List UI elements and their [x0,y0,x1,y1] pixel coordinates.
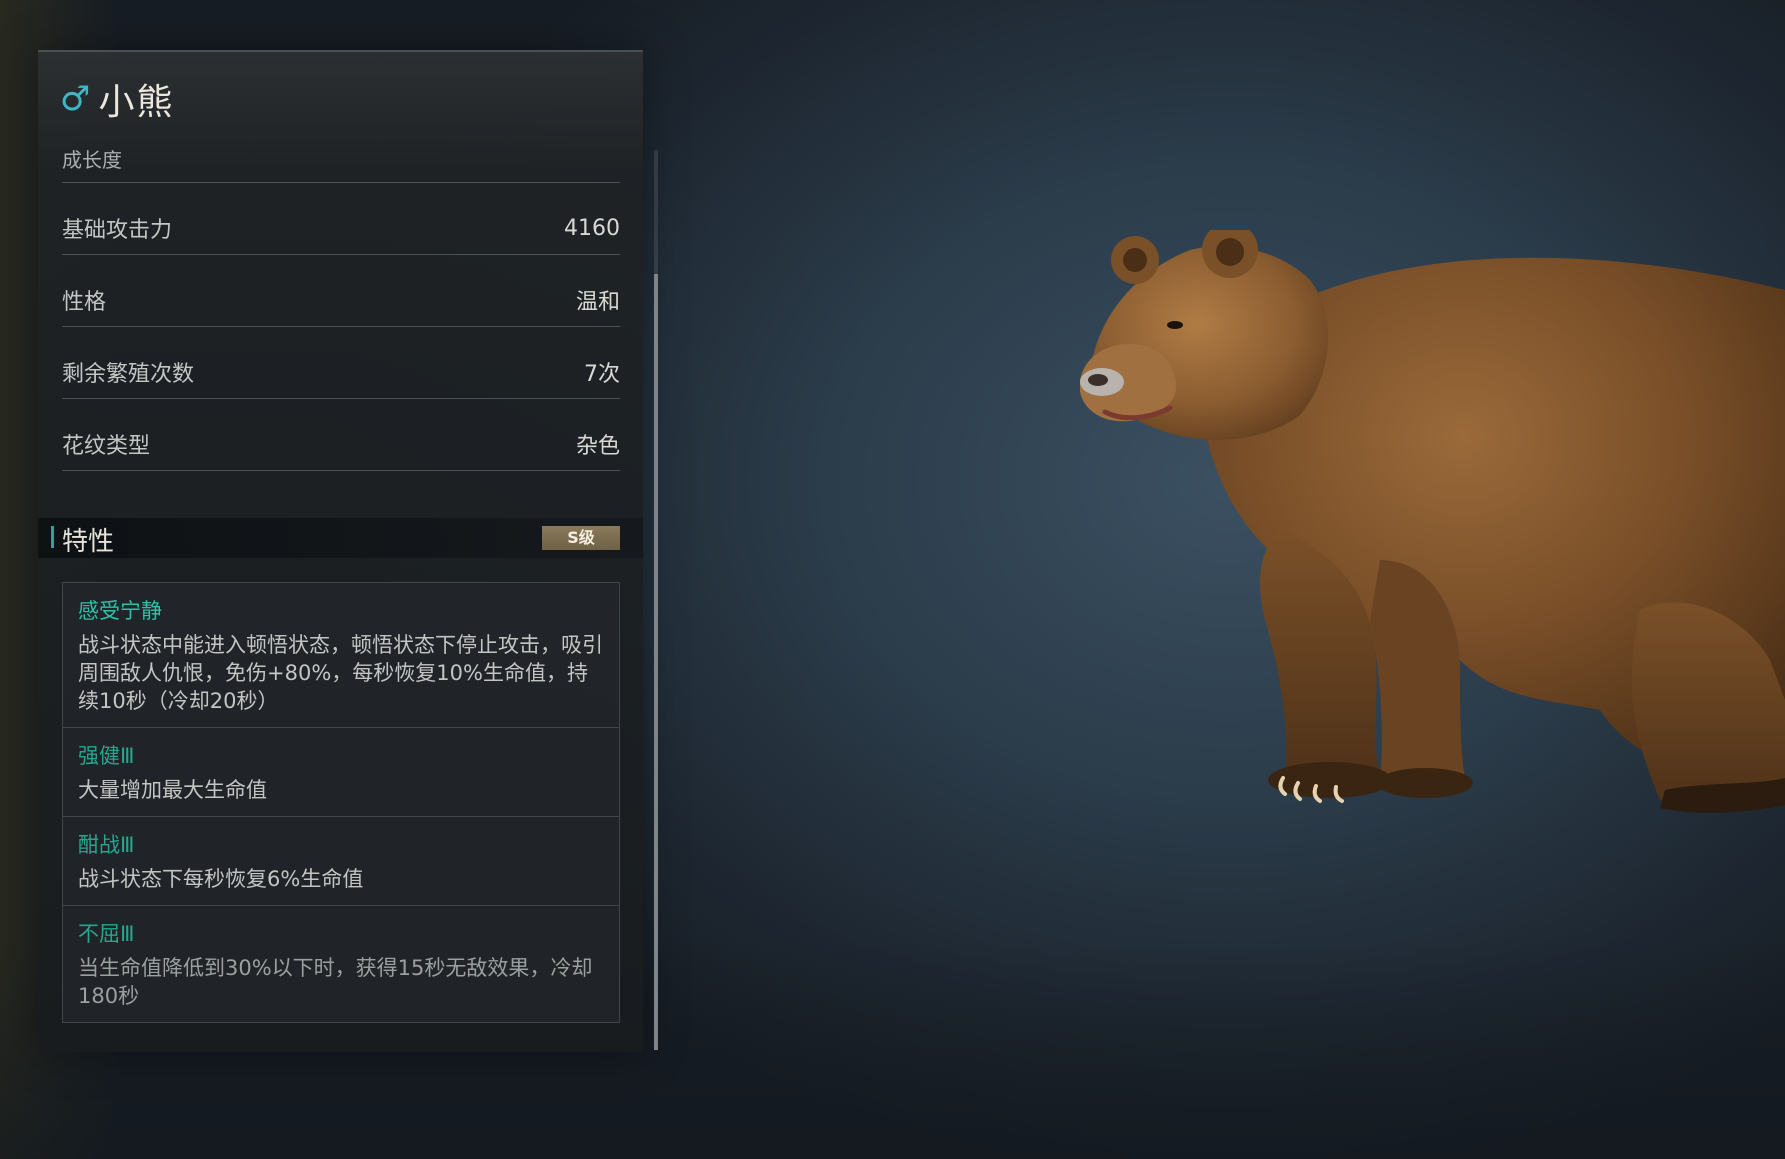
divider [62,470,620,471]
divider [62,182,620,183]
pet-name: 小熊 [98,82,175,123]
stat-value: 7次 [584,362,620,387]
scrollbar-thumb[interactable] [654,274,658,1050]
stat-value: 4160 [564,215,620,241]
trait-card[interactable]: 不屈Ⅲ 当生命值降低到30%以下时，获得15秒无敌效果，冷却180秒 [62,905,620,1023]
section-accent-bar [51,526,54,548]
growth-label: 成长度 [62,148,122,172]
grade-badge: S级 [542,526,620,550]
stat-row-attack: 基础攻击力 4160 [62,208,620,248]
stat-label: 性格 [62,290,107,315]
trait-card[interactable]: 强健Ⅲ 大量增加最大生命值 [62,727,620,816]
trait-description: 当生命值降低到30%以下时，获得15秒无敌效果，冷却180秒 [78,956,593,1008]
brown-bear-model [1080,230,1785,813]
stat-value: 温和 [575,290,620,315]
trait-name: 不屈Ⅲ [78,922,135,946]
stat-label: 基础攻击力 [62,218,173,243]
trait-list: 感受宁静 战斗状态中能进入顿悟状态，顿悟状态下停止攻击，吸引周围敌人仇恨，免伤+… [62,582,620,1023]
stat-label: 花纹类型 [62,434,151,459]
male-icon: ♂ [60,79,91,119]
trait-description: 战斗状态下每秒恢复6%生命值 [78,867,364,891]
stat-row-pattern: 花纹类型 杂色 [62,424,620,464]
trait-name: 强健Ⅲ [78,744,135,768]
stat-label: 剩余繁殖次数 [62,362,195,387]
trait-card[interactable]: 感受宁静 战斗状态中能进入顿悟状态，顿悟状态下停止攻击，吸引周围敌人仇恨，免伤+… [62,582,620,727]
stat-value: 杂色 [575,434,620,459]
trait-description: 战斗状态中能进入顿悟状态，顿悟状态下停止攻击，吸引周围敌人仇恨，免伤+80%，每… [78,633,603,713]
trait-card[interactable]: 酣战Ⅲ 战斗状态下每秒恢复6%生命值 [62,816,620,905]
trait-name: 酣战Ⅲ [78,833,135,857]
trait-description: 大量增加最大生命值 [78,778,267,802]
divider [62,254,620,255]
stat-row-breeding: 剩余繁殖次数 7次 [62,352,620,392]
trait-name: 感受宁静 [78,599,162,623]
pet-detail-screen: ♂ 小熊 成长度 基础攻击力 4160 性格 温和 剩余繁殖次数 7次 花纹类型… [0,0,1785,1159]
pet-title: ♂ 小熊 [60,74,175,124]
divider [62,326,620,327]
divider [62,398,620,399]
stat-row-personality: 性格 温和 [62,280,620,320]
traits-title: 特性 [62,527,115,557]
